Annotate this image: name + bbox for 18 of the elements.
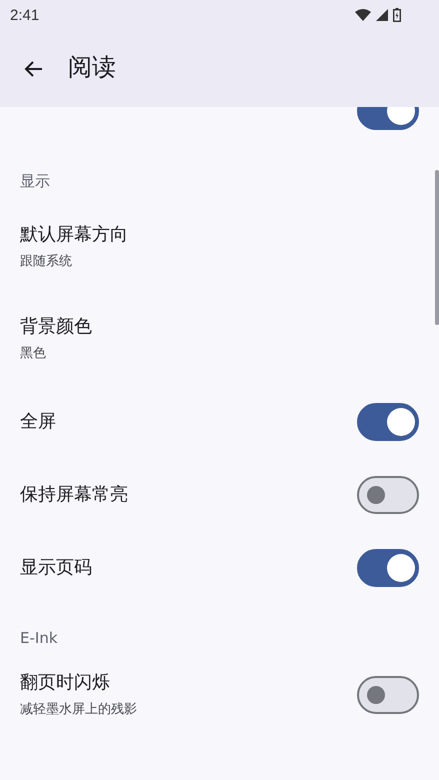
preference-item[interactable]: 默认屏幕方向 跟随系统 <box>0 201 439 293</box>
setting-title: 显示页码 <box>20 556 92 580</box>
toggle-switch[interactable] <box>357 402 419 440</box>
setting-title: 保持屏幕常亮 <box>20 482 128 506</box>
signal-icon <box>376 9 388 21</box>
setting-summary: 减轻墨水屏上的残影 <box>20 700 137 718</box>
wifi-icon <box>355 9 371 21</box>
toggle-switch[interactable] <box>357 548 419 586</box>
toggle-switch[interactable] <box>357 676 419 714</box>
preference-item[interactable]: 背景颜色 黑色 <box>0 293 439 385</box>
section-header: E-Ink <box>19 628 59 649</box>
section-header: 显示 <box>19 171 51 192</box>
toggle-switch[interactable] <box>357 476 419 514</box>
page-title: 阅读 <box>68 52 116 82</box>
setting-title: 翻页时闪烁 <box>20 670 111 694</box>
battery-icon <box>393 8 401 22</box>
status-time: 2:41 <box>10 6 40 24</box>
setting-title: 全屏 <box>20 410 56 434</box>
